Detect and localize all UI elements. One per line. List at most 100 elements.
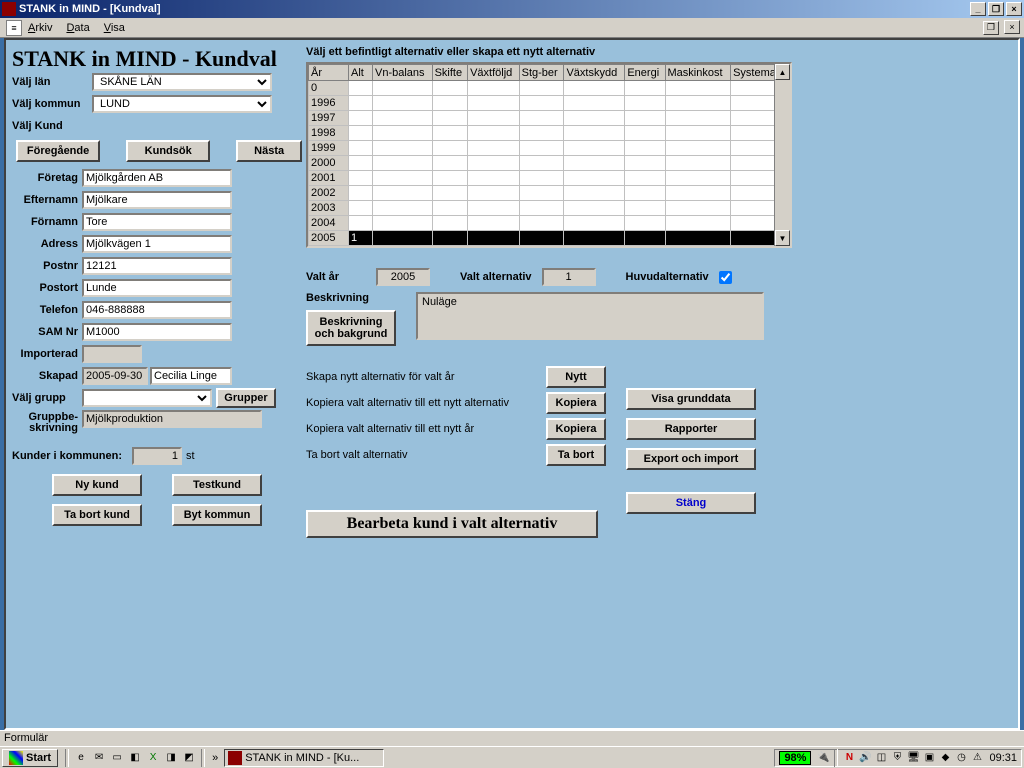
plug-icon[interactable]: 🔌 [816,751,830,765]
ql-app2-icon[interactable]: ◨ [163,750,179,766]
scroll-down-icon[interactable]: ▼ [775,230,790,246]
menu-data[interactable]: Data [66,22,89,34]
ql-excel-icon[interactable]: X [145,750,161,766]
grid-header[interactable]: Energi [625,65,665,81]
ta-bort-kund-button[interactable]: Ta bort kund [52,504,142,526]
nytt-button[interactable]: Nytt [546,366,606,388]
grid-row[interactable]: 2006 [309,246,790,249]
tray-monitor-icon[interactable]: 🖥 [906,751,920,765]
skapad-av[interactable] [150,367,232,385]
huvud-label: Huvudalternativ [626,271,709,283]
alternativ-grid[interactable]: ÅrAltVn-balansSkifteVäxtföljdStg-berVäxt… [306,62,792,248]
importerad-label: Importerad [12,348,82,360]
tray-shield-icon[interactable]: ⛨ [890,751,904,765]
postnr-input[interactable] [82,257,232,275]
grid-header[interactable]: Skifte [432,65,468,81]
efternamn-input[interactable] [82,191,232,209]
tabort-button[interactable]: Ta bort [546,444,606,466]
grid-row[interactable]: 2003 [309,201,790,216]
grid-row[interactable]: 1999 [309,141,790,156]
skapad-date [82,367,148,385]
grid-row[interactable]: 2004 [309,216,790,231]
grid-row[interactable]: 20051 [309,231,790,246]
right-heading: Välj ett befintligt alternativ eller ska… [306,46,796,58]
sam-input[interactable] [82,323,232,341]
fornamn-input[interactable] [82,213,232,231]
kommun-select[interactable]: LUND [92,95,272,113]
beskrivning-bakgrund-button[interactable]: Beskrivning och bakgrund [306,310,396,346]
form-icon[interactable]: ≡ [6,20,22,36]
postort-label: Postort [12,282,82,294]
grid-header[interactable]: Växtföljd [468,65,520,81]
byt-kommun-button[interactable]: Byt kommun [172,504,262,526]
scroll-up-icon[interactable]: ▲ [775,64,790,80]
gruppbeskr-input [82,410,262,428]
taskbar-task[interactable]: STANK in MIND - [Ku... [224,749,384,767]
grid-header[interactable]: Stg-ber [519,65,564,81]
stang-button[interactable]: Stäng [626,492,756,514]
rapporter-button[interactable]: Rapporter [626,418,756,440]
grid-header[interactable]: Alt [349,65,373,81]
start-button[interactable]: Start [2,749,58,767]
taskbar: Start e ✉ ▭ ◧ X ◨ ◩ » STANK in MIND - [K… [0,746,1024,768]
grid-row[interactable]: 1997 [309,111,790,126]
grid-scrollbar[interactable]: ▲ ▼ [774,64,790,246]
lan-select[interactable]: SKÅNE LÄN [92,73,272,91]
foretag-input[interactable] [82,169,232,187]
restore-button[interactable]: ❐ [988,2,1004,16]
export-import-button[interactable]: Export och import [626,448,756,470]
grupper-button[interactable]: Grupper [216,388,276,408]
kunder-unit: st [186,450,195,462]
grid-row[interactable]: 2000 [309,156,790,171]
valt-alt-value [542,268,596,286]
grid-row[interactable]: 2002 [309,186,790,201]
grid-row[interactable]: 0 [309,81,790,96]
grid-row[interactable]: 1998 [309,126,790,141]
tray-clock[interactable]: 09:31 [989,752,1017,764]
kopiera-ar-button[interactable]: Kopiera [546,418,606,440]
mdi-close[interactable]: × [1004,20,1020,34]
tray-warn-icon[interactable]: ⚠ [970,751,984,765]
grid-header[interactable]: År [309,65,349,81]
tray-net-icon[interactable]: ◫ [874,751,888,765]
tray-volume-icon[interactable]: 🔊 [858,751,872,765]
minimize-button[interactable]: _ [970,2,986,16]
tray-app-icon[interactable]: ◆ [938,751,952,765]
bearbeta-button[interactable]: Bearbeta kund i valt alternativ [306,510,598,538]
visa-grunddata-button[interactable]: Visa grunddata [626,388,756,410]
grid-header[interactable]: Vn-balans [373,65,433,81]
status-text: Formulär [4,732,48,744]
ql-desktop-icon[interactable]: ▭ [109,750,125,766]
grid-header[interactable]: Växtskydd [564,65,625,81]
grupp-select[interactable] [82,389,212,407]
grid-row[interactable]: 1996 [309,96,790,111]
ql-ie-icon[interactable]: e [73,750,89,766]
mdi-controls: ❐ × [981,20,1020,35]
menu-visa[interactable]: Visa [104,22,125,34]
ql-app1-icon[interactable]: ◧ [127,750,143,766]
kundsok-button[interactable]: Kundsök [126,140,210,162]
tray-n-icon[interactable]: N [842,751,856,765]
kopiera-alt-button[interactable]: Kopiera [546,392,606,414]
ny-kund-button[interactable]: Ny kund [52,474,142,496]
telefon-input[interactable] [82,301,232,319]
mdi-restore[interactable]: ❐ [983,21,999,35]
testkund-button[interactable]: Testkund [172,474,262,496]
battery-indicator[interactable]: 98% [779,751,811,765]
skapad-label: Skapad [12,370,82,382]
menu-arkiv[interactable]: Arkiv [28,22,52,34]
tray-clock-icon[interactable]: ◷ [954,751,968,765]
close-button[interactable]: × [1006,2,1022,16]
postort-input[interactable] [82,279,232,297]
ql-app3-icon[interactable]: ◩ [181,750,197,766]
beskrivning-text: Nuläge [416,292,764,340]
grid-header[interactable]: Maskinkost [665,65,731,81]
tray-display-icon[interactable]: ▣ [922,751,936,765]
taskbar-chevron-icon[interactable]: » [212,752,218,764]
nasta-button[interactable]: Nästa [236,140,302,162]
foregaende-button[interactable]: Föregående [16,140,100,162]
ql-outlook-icon[interactable]: ✉ [91,750,107,766]
huvud-checkbox[interactable] [719,271,732,284]
adress-input[interactable] [82,235,232,253]
grid-row[interactable]: 2001 [309,171,790,186]
